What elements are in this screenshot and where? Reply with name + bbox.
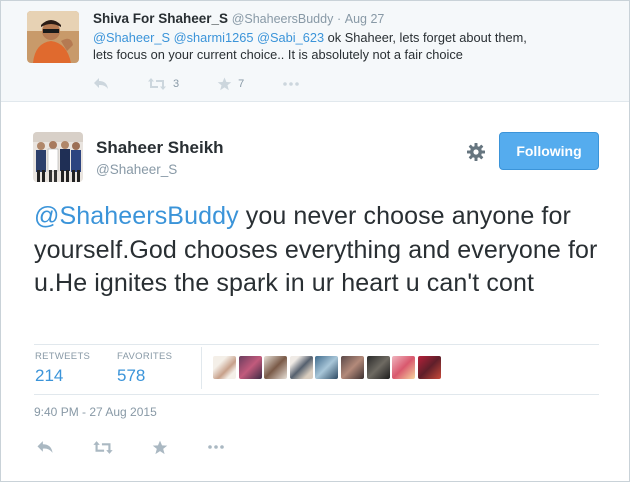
divider bbox=[34, 394, 599, 395]
retweets-stat[interactable]: RETWEETS 214 bbox=[35, 351, 90, 386]
following-button[interactable]: Following bbox=[499, 132, 599, 170]
favoriter-avatar[interactable] bbox=[238, 356, 262, 379]
retweet-count: 3 bbox=[173, 78, 180, 90]
separator: · bbox=[336, 12, 342, 26]
favoriter-avatar[interactable] bbox=[289, 356, 313, 379]
avatar[interactable] bbox=[27, 11, 79, 63]
favoriter-avatars bbox=[213, 356, 443, 379]
retweets-count[interactable]: 214 bbox=[35, 366, 90, 386]
mention-link[interactable]: @Shaheer_S bbox=[93, 30, 170, 45]
tweet-actions bbox=[36, 437, 264, 457]
favorites-stat[interactable]: FAVORITES 578 bbox=[117, 351, 172, 386]
mention-link[interactable]: @Sabi_623 bbox=[257, 30, 324, 45]
favorite-icon bbox=[217, 77, 232, 91]
favoriter-avatar[interactable] bbox=[392, 356, 416, 379]
avatar[interactable] bbox=[33, 132, 83, 182]
favorite-button[interactable] bbox=[152, 440, 168, 455]
author-name[interactable]: Shiva For Shaheer_S bbox=[93, 11, 228, 26]
favorites-count[interactable]: 578 bbox=[117, 366, 172, 386]
retweets-label: RETWEETS bbox=[35, 351, 91, 362]
gear-icon bbox=[467, 143, 485, 161]
favoriter-avatar[interactable] bbox=[340, 356, 364, 379]
favorites-label: FAVORITES bbox=[117, 351, 173, 362]
reply-tweet[interactable]: Shiva For Shaheer_S @ShaheersBuddy · Aug… bbox=[1, 1, 629, 102]
more-icon bbox=[208, 445, 224, 449]
reply-icon bbox=[37, 440, 53, 453]
reply-button[interactable] bbox=[93, 77, 109, 91]
tweet-text: @ShaheersBuddy you never choose anyone f… bbox=[34, 200, 604, 301]
reply-text-body: ok Shaheer, lets forget about them, bbox=[324, 30, 527, 45]
divider bbox=[34, 344, 599, 345]
more-button[interactable] bbox=[206, 444, 226, 450]
mention-link[interactable]: @sharmi1265 bbox=[174, 30, 254, 45]
favoriter-avatar[interactable] bbox=[366, 356, 390, 379]
stats-divider bbox=[201, 347, 202, 389]
retweet-icon bbox=[148, 78, 166, 90]
more-icon bbox=[283, 82, 300, 86]
reply-actions: 3 7 bbox=[93, 75, 338, 93]
tweet-timestamp[interactable]: 9:40 PM - 27 Aug 2015 bbox=[34, 405, 157, 419]
favorite-button[interactable]: 7 bbox=[217, 77, 244, 91]
more-button[interactable] bbox=[282, 81, 300, 87]
favoriter-avatar[interactable] bbox=[315, 356, 339, 379]
author-handle[interactable]: @ShaheersBuddy bbox=[232, 12, 334, 26]
reply-header: Shiva For Shaheer_S @ShaheersBuddy · Aug… bbox=[93, 11, 384, 26]
tweet-detail-panel: Shiva For Shaheer_S @ShaheersBuddy · Aug… bbox=[0, 0, 630, 482]
reply-text: @Shaheer_S @sharmi1265 @Sabi_623 ok Shah… bbox=[93, 29, 613, 63]
reply-text-line2: lets focus on your current choice.. It i… bbox=[93, 47, 463, 62]
favoriter-avatar[interactable] bbox=[417, 356, 441, 379]
favoriter-avatar[interactable] bbox=[264, 356, 288, 379]
favoriter-avatar[interactable] bbox=[213, 356, 236, 379]
retweet-button[interactable] bbox=[92, 440, 114, 455]
author-handle[interactable]: @Shaheer_S bbox=[96, 162, 177, 177]
favorite-icon bbox=[152, 440, 168, 454]
tweet-time[interactable]: Aug 27 bbox=[345, 12, 385, 26]
retweet-icon bbox=[93, 440, 113, 454]
author-name[interactable]: Shaheer Sheikh bbox=[96, 138, 224, 158]
mention-link[interactable]: @ShaheersBuddy bbox=[34, 202, 239, 230]
reply-button[interactable] bbox=[36, 440, 54, 455]
retweet-button[interactable]: 3 bbox=[147, 77, 179, 91]
favorite-count: 7 bbox=[238, 78, 245, 90]
settings-button[interactable] bbox=[465, 141, 487, 163]
reply-icon bbox=[94, 78, 108, 89]
